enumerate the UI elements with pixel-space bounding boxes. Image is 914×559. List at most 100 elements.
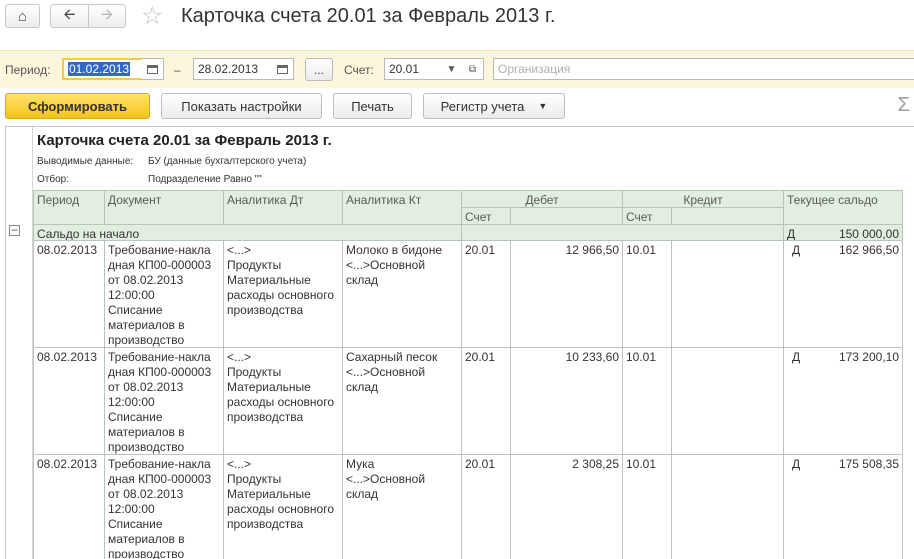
balance-amount: 173 200,10 (838, 350, 899, 364)
cell-line: производства (227, 410, 304, 424)
forward-button[interactable]: 🡪 (88, 4, 126, 28)
generate-button[interactable]: Сформировать (5, 93, 150, 119)
sigma-icon[interactable]: Σ (898, 94, 910, 117)
chevron-down-icon: ▼ (538, 101, 548, 111)
organization-input[interactable]: Организация (493, 58, 914, 80)
cell-debit-amount: 2 308,25 (510, 454, 623, 559)
print-button[interactable]: Печать (333, 93, 412, 119)
cell-line: производство (108, 440, 185, 454)
calendar-icon (147, 64, 158, 74)
date-from-input[interactable]: 01.02.2013 (62, 58, 144, 80)
cell-line: 12:00:00 (108, 395, 155, 409)
cell-line: 12:00:00 (108, 288, 155, 302)
cell-line: Мука (346, 457, 375, 471)
account-value: 20.01 (389, 62, 420, 76)
balance-side: Д (792, 457, 801, 471)
report-title: Карточка счета 20.01 за Февраль 2013 г. (37, 132, 332, 149)
header-analytics-kt: Аналитика Кт (342, 190, 462, 225)
cell-line: 12:00:00 (108, 502, 155, 516)
cell-line: производства (227, 517, 304, 531)
chevron-down-icon: ▼ (446, 63, 457, 75)
cell-line: Списание (108, 410, 163, 424)
balance-side: Д (792, 243, 801, 257)
cell-balance: Д 175 508,35 (783, 454, 903, 559)
date-to-input[interactable]: 28.02.2013 (193, 58, 273, 80)
home-button[interactable]: ⌂ (5, 4, 40, 28)
period-select-button[interactable]: ... (305, 58, 333, 81)
cell-line: материалов в (108, 318, 185, 332)
cell-debit-account: 20.01 (461, 240, 511, 348)
header-document: Документ (104, 190, 224, 225)
cell-balance: Д 162 966,50 (783, 240, 903, 348)
account-open-button[interactable]: ⧉ (462, 58, 484, 80)
dots-label: ... (313, 62, 324, 77)
header-analytics-dt: Аналитика Дт (223, 190, 343, 225)
cell-analytics-kt: Сахарный песок <...>Основной склад (342, 347, 462, 455)
window-title: Карточка счета 20.01 за Февраль 2013 г. (181, 5, 556, 27)
report-area[interactable]: – Карточка счета 20.01 за Февраль 2013 г… (5, 126, 914, 559)
cell-line: склад (346, 273, 379, 287)
cell-debit-amount: 12 966,50 (510, 240, 623, 348)
cell-line: Сахарный песок (346, 350, 438, 364)
arrow-right-icon: 🡪 (100, 5, 114, 23)
cell-line: склад (346, 487, 379, 501)
cell-line: производства (227, 303, 304, 317)
cell-line: <...>Основной (346, 365, 426, 379)
home-icon: ⌂ (17, 7, 28, 25)
header-credit-amount (671, 207, 784, 225)
date-from-calendar-button[interactable] (142, 58, 164, 80)
cell-date: 08.02.2013 (33, 240, 105, 348)
period-label: Период: (5, 63, 51, 77)
collapse-toggle[interactable]: – (9, 225, 20, 236)
opening-balance-side: Д (787, 227, 796, 241)
cell-line: расходы основного (227, 288, 335, 302)
header-debit: Дебет (461, 190, 623, 208)
star-icon[interactable]: ☆ (141, 3, 163, 29)
report-gutter (6, 127, 33, 559)
account-input[interactable]: 20.01 (384, 58, 442, 80)
opening-balance-label: Сальдо на начало (33, 224, 462, 241)
cell-line: материалов в (108, 532, 185, 546)
cell-line: Требование-накла (108, 243, 211, 257)
date-to-calendar-button[interactable] (272, 58, 294, 80)
register-button[interactable]: Регистр учета ▼ (423, 93, 565, 119)
cell-credit-account: 10.01 (622, 454, 672, 559)
opening-balance-empty (461, 224, 784, 241)
period-dash: – (174, 63, 181, 77)
cell-line: от 08.02.2013 (108, 273, 184, 287)
cell-line: материалов в (108, 425, 185, 439)
cell-line: от 08.02.2013 (108, 380, 184, 394)
balance-amount: 162 966,50 (838, 243, 899, 257)
filter-value: Подразделение Равно "" (148, 174, 262, 185)
cell-analytics-kt: Молоко в бидоне <...>Основной склад (342, 240, 462, 348)
cell-date: 08.02.2013 (33, 347, 105, 455)
output-value: БУ (данные бухгалтерского учета) (148, 156, 307, 167)
cell-credit-amount (671, 454, 784, 559)
cell-credit-account: 10.01 (622, 347, 672, 455)
cell-line: <...> (227, 350, 252, 364)
show-settings-button[interactable]: Показать настройки (161, 93, 322, 119)
arrow-left-icon: 🡨 (63, 5, 76, 23)
cell-line: склад (346, 380, 379, 394)
cell-line: Списание (108, 303, 163, 317)
balance-amount: 175 508,35 (838, 457, 899, 471)
cell-credit-account: 10.01 (622, 240, 672, 348)
toolbar: Сформировать Показать настройки Печать Р… (0, 90, 914, 120)
cell-debit-amount: 10 233,60 (510, 347, 623, 455)
cell-balance: Д 173 200,10 (783, 347, 903, 455)
cell-line: Списание (108, 517, 163, 531)
cell-analytics-dt: <...> Продукты Материальные расходы основно… (223, 454, 343, 559)
cell-debit-account: 20.01 (461, 347, 511, 455)
cell-line: дная КП00-000003 (108, 365, 212, 379)
account-dropdown-button[interactable]: ▼ (441, 58, 463, 80)
cell-document: Требование-накла дная КП00-000003 от 08.02… (104, 240, 224, 348)
organization-placeholder: Организация (498, 62, 571, 76)
cell-line: производство (108, 547, 185, 559)
register-label: Регистр учета (440, 98, 525, 114)
calendar-icon (277, 64, 288, 74)
cell-line: расходы основного (227, 395, 335, 409)
cell-line: <...>Основной (346, 472, 426, 486)
opening-balance-amount: 150 000,00 (838, 227, 899, 241)
back-button[interactable]: 🡨 (50, 4, 88, 28)
output-label: Выводимые данные: (37, 156, 134, 167)
